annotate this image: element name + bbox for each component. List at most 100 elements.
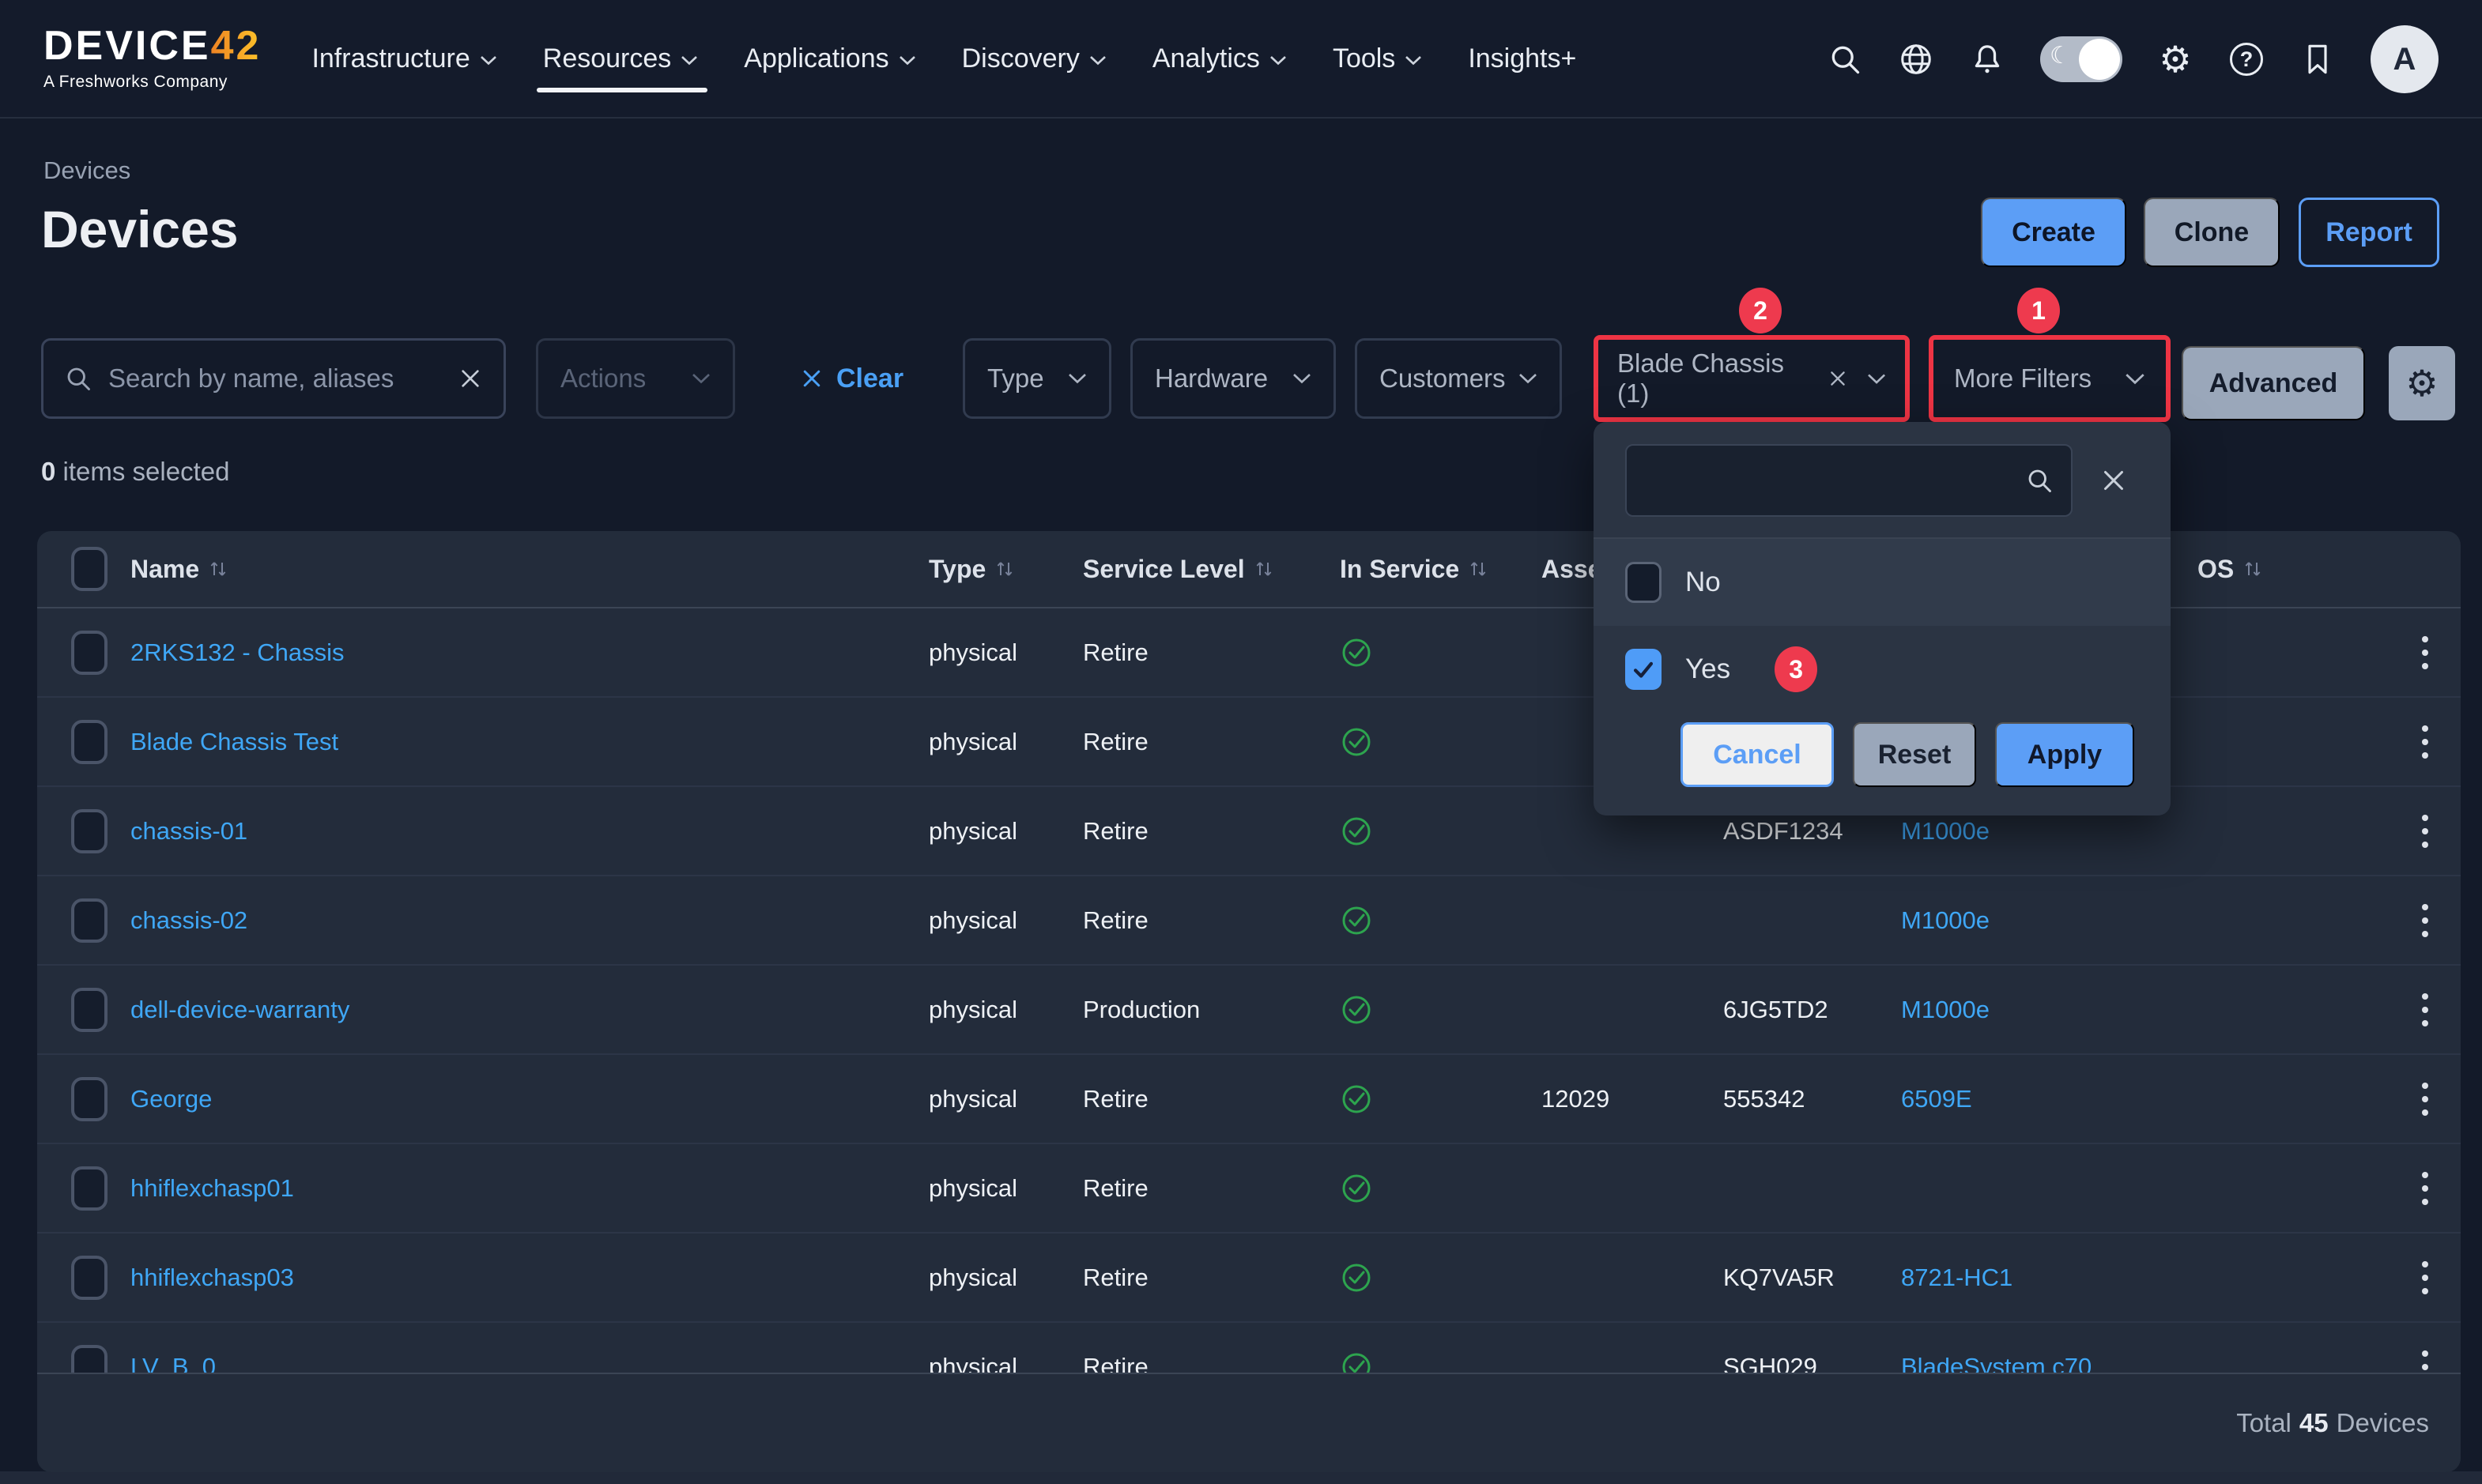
more-filters-dropdown[interactable]: More Filters: [1933, 363, 2166, 394]
annotation-box-blade-chassis: Blade Chassis (1): [1594, 335, 1910, 422]
hardware-link[interactable]: M1000e: [1901, 906, 1990, 935]
settings-gear-icon[interactable]: ⚙: [2157, 41, 2193, 77]
row-menu-kebab-icon[interactable]: [2411, 718, 2439, 766]
row-menu-kebab-icon[interactable]: [2411, 1253, 2439, 1302]
globe-icon[interactable]: [1898, 41, 1934, 77]
hardware-link[interactable]: 8721-HC1: [1901, 1264, 2012, 1292]
help-icon[interactable]: ?: [2228, 41, 2265, 77]
row-checkbox[interactable]: [71, 1166, 108, 1211]
row-checkbox[interactable]: [71, 631, 108, 675]
device-name-link[interactable]: Blade Chassis Test: [130, 728, 338, 756]
advanced-button[interactable]: Advanced: [2182, 346, 2365, 420]
nav-resources[interactable]: Resources: [543, 43, 699, 74]
device-name-link[interactable]: hhiflexchasp01: [130, 1174, 294, 1203]
nav-tools[interactable]: Tools: [1333, 43, 1422, 74]
in-service-cell: [1336, 725, 1541, 759]
check-circle-icon: [1340, 725, 1373, 759]
device-name-link[interactable]: LV_B_0: [130, 1353, 216, 1373]
service-level-cell: Production: [1083, 996, 1336, 1024]
row-checkbox[interactable]: [71, 1077, 108, 1121]
row-menu-kebab-icon[interactable]: [2411, 896, 2439, 945]
column-header-os[interactable]: OS: [2197, 555, 2411, 584]
service-level-cell: Retire: [1083, 1264, 1336, 1292]
row-menu-kebab-icon[interactable]: [2411, 628, 2439, 677]
actions-dropdown[interactable]: Actions: [536, 338, 735, 419]
device-name-link[interactable]: chassis-02: [130, 906, 247, 935]
column-header-type[interactable]: Type: [929, 555, 1083, 584]
bottom-strip: [0, 1471, 2482, 1484]
serial-cell: 555342: [1723, 1085, 1901, 1113]
annotation-badge-3: 3: [1775, 646, 1817, 692]
hardware-link[interactable]: BladeSystem c70: [1901, 1353, 2092, 1373]
row-menu-kebab-icon[interactable]: [2411, 807, 2439, 856]
remove-filter-x-icon[interactable]: [1828, 367, 1848, 390]
nav-infrastructure[interactable]: Infrastructure: [311, 43, 496, 74]
apply-button[interactable]: Apply: [1995, 722, 2134, 787]
serial-cell: 6JG5TD2: [1723, 996, 1901, 1024]
panel-close-icon[interactable]: [2099, 466, 2128, 495]
column-header-in-service[interactable]: In Service: [1336, 555, 1541, 584]
device-name-link[interactable]: dell-device-warranty: [130, 996, 349, 1024]
type-cell: physical: [929, 996, 1083, 1024]
filter-option-no[interactable]: No: [1594, 539, 2171, 626]
row-checkbox[interactable]: [71, 1345, 108, 1373]
device-name-link[interactable]: chassis-01: [130, 817, 247, 846]
nav-analytics[interactable]: Analytics: [1152, 43, 1287, 74]
row-menu-kebab-icon[interactable]: [2411, 1343, 2439, 1373]
device-name-link[interactable]: George: [130, 1085, 212, 1113]
moon-icon: ☾: [2050, 42, 2071, 70]
service-level-cell: Retire: [1083, 1085, 1336, 1113]
blade-chassis-filter-chip[interactable]: Blade Chassis (1): [1598, 348, 1905, 409]
row-menu-kebab-icon[interactable]: [2411, 1075, 2439, 1124]
sort-icon: [2243, 558, 2262, 580]
device-name-link[interactable]: hhiflexchasp03: [130, 1264, 294, 1292]
select-all-checkbox[interactable]: [71, 547, 108, 591]
table-row: LV_B_0 physical Retire SGH029 BladeSyste…: [37, 1323, 2461, 1373]
brand-logo[interactable]: DEVICE42 A Freshworks Company: [43, 25, 261, 92]
type-cell: physical: [929, 906, 1083, 935]
filter-option-yes[interactable]: Yes 3: [1594, 626, 2171, 713]
panel-search-input[interactable]: [1644, 466, 2025, 495]
type-cell: physical: [929, 1174, 1083, 1203]
nav-applications[interactable]: Applications: [744, 43, 915, 74]
report-button[interactable]: Report: [2299, 198, 2439, 267]
notifications-bell-icon[interactable]: [1969, 41, 2005, 77]
row-checkbox[interactable]: [71, 988, 108, 1032]
table-row: hhiflexchasp01 physical Retire: [37, 1144, 2461, 1234]
clone-button[interactable]: Clone: [2144, 198, 2280, 267]
create-button[interactable]: Create: [1981, 198, 2126, 267]
filter-hardware-dropdown[interactable]: Hardware: [1130, 338, 1336, 419]
selection-summary: 0 items selected: [41, 457, 229, 487]
search-input[interactable]: [108, 363, 442, 394]
user-avatar[interactable]: A: [2371, 25, 2439, 93]
clear-filters-button[interactable]: Clear: [800, 338, 903, 419]
no-checkbox[interactable]: [1625, 562, 1662, 603]
breadcrumb[interactable]: Devices: [43, 156, 130, 185]
row-checkbox[interactable]: [71, 1256, 108, 1300]
row-checkbox[interactable]: [71, 809, 108, 853]
filter-customers-dropdown[interactable]: Customers: [1355, 338, 1562, 419]
column-header-service-level[interactable]: Service Level: [1083, 555, 1336, 584]
sort-icon: [1254, 558, 1273, 580]
clear-search-icon[interactable]: [458, 366, 483, 391]
filter-type-dropdown[interactable]: Type: [963, 338, 1111, 419]
row-checkbox[interactable]: [71, 898, 108, 943]
yes-checkbox[interactable]: [1625, 649, 1662, 690]
chevron-down-icon: [1269, 55, 1287, 66]
reset-button[interactable]: Reset: [1853, 722, 1976, 787]
column-header-name[interactable]: Name: [130, 555, 929, 584]
hardware-link[interactable]: M1000e: [1901, 817, 1990, 846]
theme-toggle[interactable]: ☾: [2040, 36, 2122, 82]
row-menu-kebab-icon[interactable]: [2411, 985, 2439, 1034]
bookmark-icon[interactable]: [2299, 41, 2336, 77]
cancel-button[interactable]: Cancel: [1680, 722, 1834, 787]
hardware-link[interactable]: M1000e: [1901, 996, 1990, 1024]
nav-insights[interactable]: Insights+: [1468, 43, 1576, 74]
row-checkbox[interactable]: [71, 720, 108, 764]
table-settings-gear-button[interactable]: ⚙: [2389, 346, 2455, 420]
nav-discovery[interactable]: Discovery: [962, 43, 1107, 74]
search-icon[interactable]: [1827, 41, 1863, 77]
hardware-link[interactable]: 6509E: [1901, 1085, 1972, 1113]
device-name-link[interactable]: 2RKS132 - Chassis: [130, 638, 345, 667]
row-menu-kebab-icon[interactable]: [2411, 1164, 2439, 1213]
